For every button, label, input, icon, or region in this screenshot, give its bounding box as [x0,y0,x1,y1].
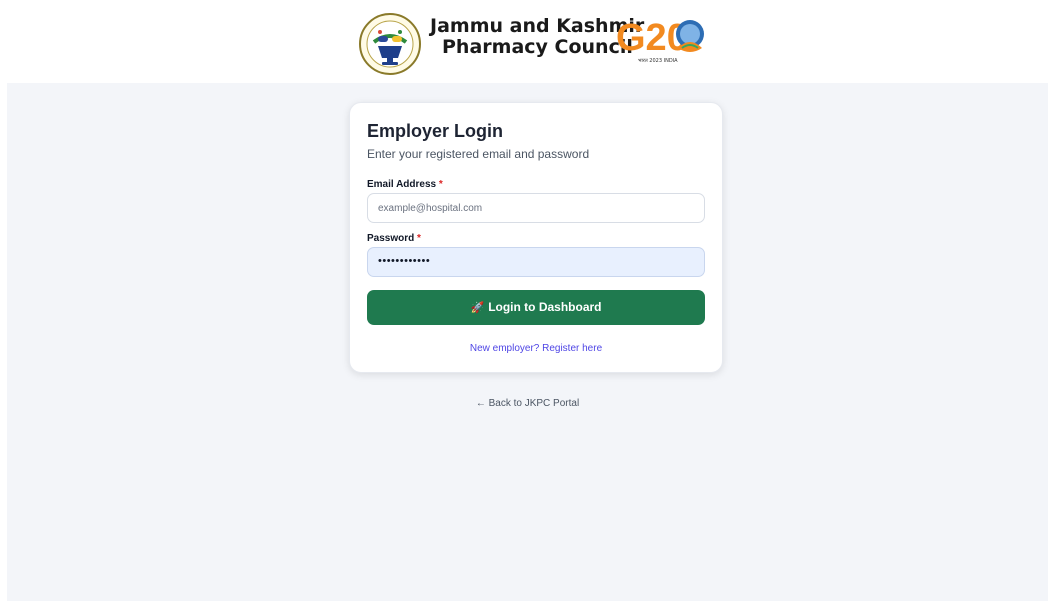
rocket-icon: 🚀 [470,302,485,314]
pharmacy-council-seal-icon [359,13,421,75]
email-label-text: Email Address [367,179,437,190]
page-subtitle: Enter your registered email and password [367,147,590,161]
brand-title: Jammu and Kashmir Pharmacy Council [430,16,644,58]
brand-title-line2: Pharmacy Council [442,36,633,58]
login-card: Employer Login Enter your registered ema… [349,102,723,373]
email-placeholder: example@hospital.com [378,203,483,214]
login-button[interactable]: 🚀 Login to Dashboard [367,290,705,325]
register-link[interactable]: New employer? Register here [350,343,722,354]
password-required-mark: * [417,233,421,244]
brand-title-line1: Jammu and Kashmir [430,15,645,37]
email-field[interactable]: example@hospital.com [367,193,705,223]
password-value: •••••••••••• [378,255,431,267]
email-label: Email Address * [367,179,443,190]
site-header: Jammu and Kashmir Pharmacy Council G20 भ… [0,0,1055,83]
password-label-text: Password [367,233,415,244]
email-required-mark: * [438,179,443,190]
g20-sub-text: भारत 2023 INDIA [638,58,678,64]
password-field[interactable]: •••••••••••• [367,247,705,277]
login-button-label: Login to Dashboard [488,300,602,314]
g20-logo: G20 भारत 2023 INDIA [616,17,704,64]
back-to-portal-link[interactable]: ← Back to JKPC Portal [0,398,1055,409]
password-label: Password * [367,233,421,244]
page-title: Employer Login [367,121,504,141]
